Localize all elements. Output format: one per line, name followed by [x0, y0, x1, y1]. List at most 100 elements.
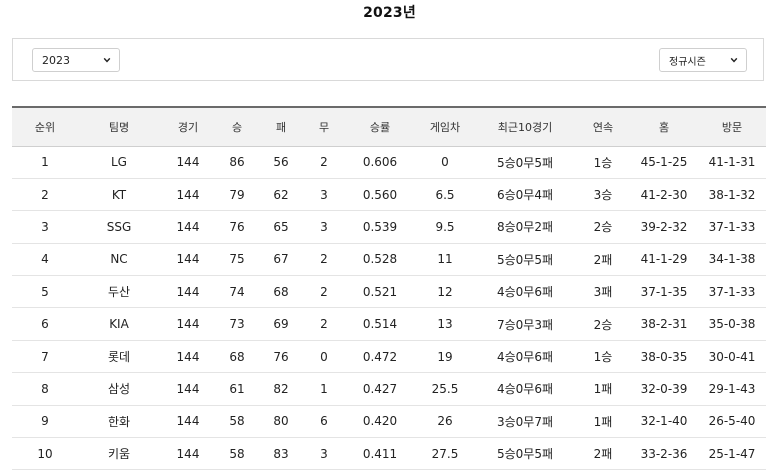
table-cell: 75 [216, 243, 258, 277]
table-cell: 34-1-38 [698, 243, 766, 277]
table-cell: 68 [258, 275, 304, 309]
table-cell: 144 [160, 340, 216, 374]
table-cell: 73 [216, 307, 258, 341]
standings-table: 순위 팀명 경기 승 패 무 승률 게임차 최근10경기 연속 홈 방문 1 LG 144 86 56 2 0.6… [12, 106, 766, 471]
table-cell: 4승0무6패 [474, 340, 576, 374]
table-cell: 29-1-43 [698, 372, 766, 406]
table-cell: 35-0-38 [698, 307, 766, 341]
table-cell: 1패 [576, 405, 630, 439]
table-cell: 27.5 [416, 437, 474, 471]
table-row: 6 KIA 144 73 69 2 0.514 13 7승0무3패 2승 38-2-31 35-0-3… [12, 307, 766, 341]
table-cell: 25-1-47 [698, 437, 766, 471]
table-cell: 37-1-35 [630, 275, 698, 309]
table-row: 4 NC 144 75 67 2 0.528 11 5승0무5패 2패 41-1-29 34-1-38 [12, 243, 766, 277]
table-cell: 37-1-33 [698, 210, 766, 244]
table-cell: 82 [258, 372, 304, 406]
table-header-row: 순위 팀명 경기 승 패 무 승률 게임차 최근10경기 연속 홈 방문 [12, 106, 766, 147]
table-cell: 9.5 [416, 210, 474, 244]
table-cell: 1 [304, 372, 344, 406]
table-cell: 69 [258, 307, 304, 341]
table-row: 2 KT 144 79 62 3 0.560 6.5 6승0무4패 3승 41-2-30 38-1-3… [12, 178, 766, 212]
table-cell: 0.472 [344, 340, 416, 374]
table-cell: 26 [416, 405, 474, 439]
column-header: 홈 [630, 106, 698, 147]
season-select-value: 정규시즌 [669, 56, 706, 68]
table-cell: 9 [12, 405, 78, 439]
table-cell: 32-0-39 [630, 372, 698, 406]
table-row: 8 삼성 144 61 82 1 0.427 25.5 4승0무6패 1패 32-0-39 29-1-… [12, 372, 766, 406]
table-row: 3 SSG 144 76 65 3 0.539 9.5 8승0무2패 2승 39-2-32 37-1-… [12, 210, 766, 244]
table-cell: 5승0무5패 [474, 243, 576, 277]
table-body: 1 LG 144 86 56 2 0.606 0 5승0무5패 1승 45-1-25 41-1-31 2… [12, 146, 766, 471]
table-cell: 6 [12, 307, 78, 341]
table-cell: 83 [258, 437, 304, 471]
filter-bar: 2023 정규시즌 [12, 38, 764, 81]
table-cell: 5승0무5패 [474, 437, 576, 471]
column-header: 연속 [576, 106, 630, 147]
table-cell: 144 [160, 405, 216, 439]
table-cell: 롯데 [78, 340, 160, 374]
table-cell: 5 [12, 275, 78, 309]
table-cell: 0.514 [344, 307, 416, 341]
table-cell: 0.539 [344, 210, 416, 244]
table-cell: 144 [160, 243, 216, 277]
column-header: 방문 [698, 106, 766, 147]
table-cell: 2패 [576, 437, 630, 471]
table-cell: 76 [216, 210, 258, 244]
table-row: 5 두산 144 74 68 2 0.521 12 4승0무6패 3패 37-1-35 37-1-33 [12, 275, 766, 309]
table-cell: 19 [416, 340, 474, 374]
table-cell: 0.411 [344, 437, 416, 471]
column-header: 팀명 [78, 106, 160, 147]
table-cell: 68 [216, 340, 258, 374]
table-cell: 58 [216, 437, 258, 471]
table-cell: 10 [12, 437, 78, 471]
table-cell: 41-1-29 [630, 243, 698, 277]
season-select[interactable]: 정규시즌 [659, 48, 747, 72]
table-cell: 한화 [78, 405, 160, 439]
year-select[interactable]: 2023 [32, 48, 120, 72]
table-cell: 6.5 [416, 178, 474, 212]
table-cell: 12 [416, 275, 474, 309]
table-cell: 41-2-30 [630, 178, 698, 212]
table-cell: 38-0-35 [630, 340, 698, 374]
table-cell: 0.528 [344, 243, 416, 277]
table-cell: KIA [78, 307, 160, 341]
table-cell: 0 [416, 146, 474, 179]
table-cell: 144 [160, 372, 216, 406]
table-cell: 8 [12, 372, 78, 406]
table-cell: 26-5-40 [698, 405, 766, 439]
column-header: 승률 [344, 106, 416, 147]
chevron-down-icon [730, 57, 738, 63]
table-cell: 7 [12, 340, 78, 374]
table-cell: 3 [12, 210, 78, 244]
column-header: 순위 [12, 106, 78, 147]
chevron-down-icon [103, 57, 111, 63]
table-cell: 144 [160, 275, 216, 309]
table-cell: 79 [216, 178, 258, 212]
table-cell: LG [78, 146, 160, 179]
column-header: 승 [216, 106, 258, 147]
table-cell: 3 [304, 178, 344, 212]
page-title: 2023년 [363, 5, 416, 21]
table-cell: 3 [304, 437, 344, 471]
column-header: 경기 [160, 106, 216, 147]
table-row: 9 한화 144 58 80 6 0.420 26 3승0무7패 1패 32-1-40 26-5-40 [12, 405, 766, 439]
table-cell: 144 [160, 210, 216, 244]
table-cell: 8승0무2패 [474, 210, 576, 244]
table-cell: 1패 [576, 372, 630, 406]
table-cell: 2 [304, 275, 344, 309]
table-row: 1 LG 144 86 56 2 0.606 0 5승0무5패 1승 45-1-25 41-1-31 [12, 146, 766, 179]
table-cell: 13 [416, 307, 474, 341]
table-cell: 3승 [576, 178, 630, 212]
table-cell: 144 [160, 437, 216, 471]
table-cell: 2 [304, 307, 344, 341]
table-cell: 0.560 [344, 178, 416, 212]
table-cell: 86 [216, 146, 258, 179]
table-cell: 25.5 [416, 372, 474, 406]
table-cell: 삼성 [78, 372, 160, 406]
table-cell: 5승0무5패 [474, 146, 576, 179]
table-cell: 3패 [576, 275, 630, 309]
table-cell: 37-1-33 [698, 275, 766, 309]
table-cell: 41-1-31 [698, 146, 766, 179]
table-cell: 4 [12, 243, 78, 277]
